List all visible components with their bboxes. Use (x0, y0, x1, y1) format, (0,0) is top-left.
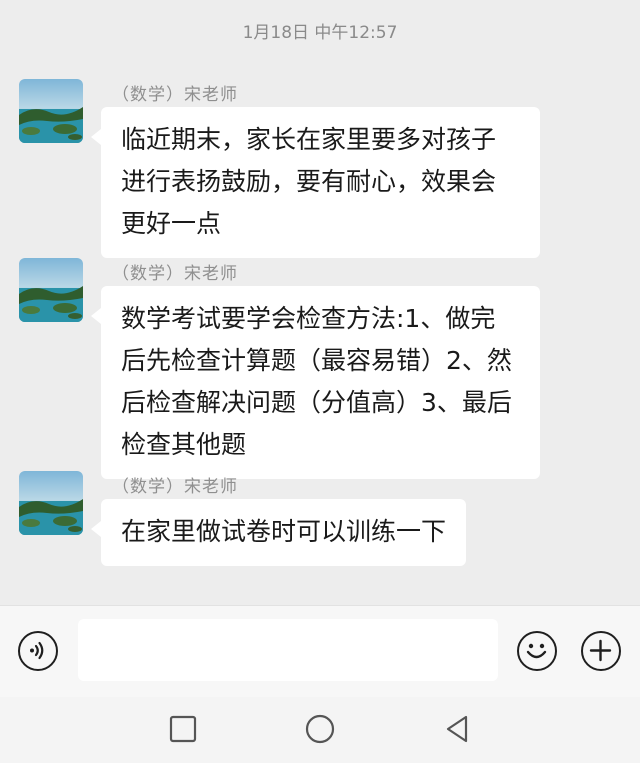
avatar-image (19, 471, 83, 535)
system-navigation-bar (0, 697, 640, 763)
avatar[interactable] (19, 471, 83, 535)
avatar-image (19, 79, 83, 143)
avatar[interactable] (19, 79, 83, 143)
emoji-button[interactable] (517, 631, 557, 671)
message-bubble[interactable]: 在家里做试卷时可以训练一下 (90, 499, 467, 566)
emoji-icon (526, 643, 547, 659)
back-button[interactable] (435, 709, 479, 749)
message-bubble[interactable]: 临近期末，家长在家里要多对孩子进行表扬鼓励，要有耐心，效果会更好一点 (91, 107, 540, 258)
plus-icon (589, 639, 612, 662)
voice-button[interactable] (18, 631, 58, 671)
input-bar (0, 605, 640, 698)
home-button[interactable] (298, 709, 342, 749)
avatar-image (19, 258, 83, 322)
chat-area: 1月18日 中午12:57 （数学）宋老师 临近期末，家长在家里要多对孩子进行表… (0, 0, 640, 605)
square-recents-icon (169, 715, 197, 743)
avatar[interactable] (19, 258, 83, 322)
voice-icon (30, 641, 44, 660)
message-timestamp: 1月18日 中午12:57 (242, 23, 398, 43)
sender-name: （数学）宋老师 (112, 477, 238, 497)
triangle-back-icon (446, 715, 468, 743)
more-button[interactable] (581, 631, 621, 671)
circle-home-icon (305, 714, 335, 744)
sender-name: （数学）宋老师 (112, 85, 238, 105)
recents-button[interactable] (161, 709, 205, 749)
message-bubble[interactable]: 数学考试要学会检查方法:1、做完后先检查计算题（最容易错）2、然后检查解决问题（… (91, 286, 540, 479)
message-input[interactable] (78, 619, 498, 681)
sender-name: （数学）宋老师 (112, 264, 238, 284)
